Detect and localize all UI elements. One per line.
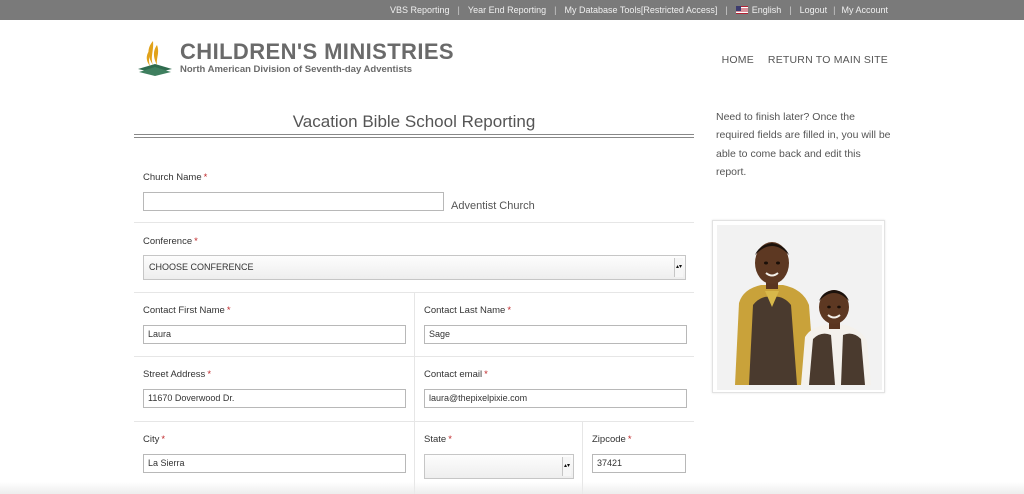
- select-arrows-icon: ▴▾: [674, 258, 683, 277]
- vbs-reporting-link[interactable]: VBS Reporting: [390, 5, 450, 15]
- email-cell: Contact email * laura@thepixelpixie.com: [414, 357, 694, 421]
- contact-name-row: Contact First Name * Laura Contact Last N…: [134, 293, 694, 357]
- select-arrows-icon: ▴▾: [562, 457, 571, 476]
- zipcode-label: Zipcode *: [592, 434, 632, 445]
- church-name-label: Church Name *: [143, 172, 208, 183]
- two-boys-illustration: [717, 225, 882, 390]
- address-email-row: Street Address * 11670 Doverwood Dr. Cont…: [134, 357, 694, 422]
- main-nav: HOME RETURN TO MAIN SITE: [708, 54, 888, 66]
- conference-select[interactable]: CHOOSE CONFERENCE ▴▾: [143, 255, 686, 280]
- separator: |: [554, 5, 557, 15]
- separator: |: [789, 5, 792, 15]
- city-label: City *: [143, 434, 166, 445]
- separator: |: [457, 5, 460, 15]
- title-divider: [134, 134, 694, 138]
- bottom-scroll-fade: [0, 482, 1024, 494]
- us-flag-icon: [735, 6, 748, 14]
- last-name-input[interactable]: Sage: [424, 325, 687, 344]
- email-label: Contact email *: [424, 369, 488, 380]
- email-input[interactable]: laura@thepixelpixie.com: [424, 389, 687, 408]
- logo-subtitle: North American Division of Seventh-day A…: [180, 64, 413, 75]
- year-end-reporting-link[interactable]: Year End Reporting: [468, 5, 546, 15]
- logo-title: CHILDREN'S MINISTRIES: [180, 39, 454, 64]
- children-photo: [717, 225, 882, 390]
- state-label: State *: [424, 434, 452, 445]
- last-name-label: Contact Last Name *: [424, 305, 512, 316]
- database-tools-link[interactable]: My Database Tools[Restricted Access]: [564, 5, 717, 15]
- language-selector[interactable]: English: [735, 5, 782, 15]
- first-name-input[interactable]: Laura: [143, 325, 406, 344]
- nav-return-main-site[interactable]: RETURN TO MAIN SITE: [768, 54, 888, 66]
- separator: |: [833, 5, 836, 15]
- street-address-input[interactable]: 11670 Doverwood Dr.: [143, 389, 406, 408]
- nav-home[interactable]: HOME: [722, 54, 754, 66]
- zipcode-input[interactable]: 37421: [592, 454, 686, 473]
- conference-row: Conference * CHOOSE CONFERENCE ▴▾: [134, 223, 694, 293]
- form-title: Vacation Bible School Reporting: [292, 112, 536, 131]
- flame-book-icon: [138, 41, 172, 76]
- last-name-cell: Contact Last Name * Sage: [414, 293, 694, 356]
- top-utility-bar: VBS Reporting | Year End Reporting | My …: [0, 0, 1024, 20]
- conference-selected-value: CHOOSE CONFERENCE: [149, 262, 254, 272]
- separator: |: [725, 5, 728, 15]
- site-logo[interactable]: CHILDREN'S MINISTRIES North American Div…: [136, 38, 454, 78]
- logout-link[interactable]: Logout: [800, 5, 828, 15]
- church-name-row: Church Name * Adventist Church: [134, 160, 694, 223]
- children-photo-frame: [712, 220, 885, 393]
- church-name-input[interactable]: [143, 192, 444, 211]
- street-address-label: Street Address *: [143, 369, 212, 380]
- utility-links: VBS Reporting | Year End Reporting | My …: [390, 0, 888, 20]
- language-label: English: [751, 5, 782, 15]
- church-name-suffix: Adventist Church: [451, 200, 535, 212]
- logo-text: CHILDREN'S MINISTRIES North American Div…: [180, 39, 454, 76]
- first-name-label: Contact First Name *: [143, 305, 231, 316]
- state-select[interactable]: ▴▾: [424, 454, 574, 479]
- conference-label: Conference *: [143, 236, 198, 247]
- my-account-link[interactable]: My Account: [841, 5, 888, 15]
- city-input[interactable]: La Sierra: [143, 454, 406, 473]
- save-later-note: Need to finish later? Once the required …: [716, 111, 891, 179]
